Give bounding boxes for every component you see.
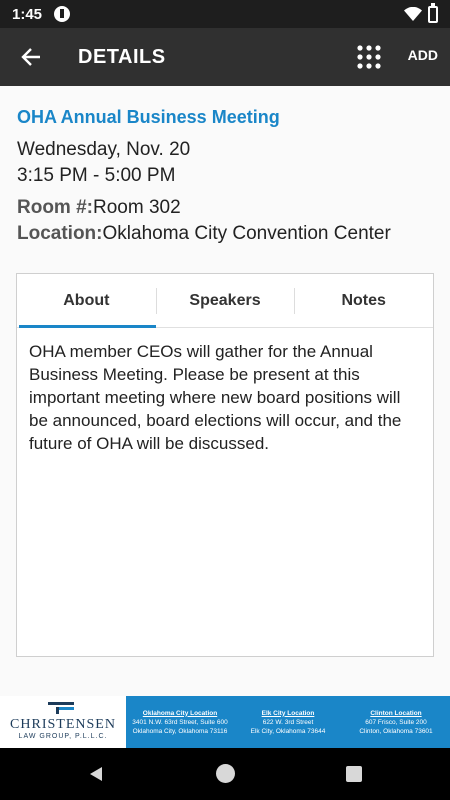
notification-icon: [54, 6, 71, 22]
banner-logo: CHRISTENSEN LAW GROUP, P.L.L.C.: [0, 696, 126, 748]
arrow-left-icon: [21, 48, 40, 66]
nav-back-icon[interactable]: [88, 766, 104, 782]
details-content: OHA Annual Business Meeting Wednesday, N…: [0, 86, 450, 696]
about-text: OHA member CEOs will gather for the Annu…: [29, 342, 402, 453]
location-title: Clinton Location: [370, 709, 422, 717]
location-line1: 3401 N.W. 63rd Street, Suite 600: [132, 718, 228, 726]
system-nav-bar: [0, 748, 450, 800]
room-value: Room 302: [93, 197, 181, 218]
tab-about[interactable]: About: [17, 274, 156, 328]
banner-location-okc: Oklahoma City Location 3401 N.W. 63rd St…: [126, 696, 234, 748]
logo-subtitle: LAW GROUP, P.L.L.C.: [18, 733, 108, 740]
logo-mark-icon: [48, 702, 74, 714]
ad-banner[interactable]: CHRISTENSEN LAW GROUP, P.L.L.C. Oklahoma…: [0, 696, 450, 748]
battery-icon: [428, 2, 438, 23]
banner-location-clinton: Clinton Location 607 Frisco, Suite 200 C…: [342, 696, 450, 748]
tab-card: About Speakers Notes OHA member CEOs wil…: [16, 273, 434, 657]
add-button[interactable]: ADD: [408, 47, 438, 63]
location-line2: Clinton, Oklahoma 73601: [359, 727, 433, 735]
location-label: Location:: [17, 223, 103, 244]
status-icons: [404, 2, 438, 23]
banner-location-elk-city: Elk City Location 622 W. 3rd Street Elk …: [234, 696, 342, 748]
status-bar: 1:45: [0, 0, 450, 28]
location-title: Elk City Location: [261, 709, 315, 717]
app-bar: DETAILS ADD: [0, 28, 450, 86]
location-line: Location:Oklahoma City Convention Center: [17, 223, 391, 245]
event-time: 3:15 PM - 5:00 PM: [17, 165, 176, 186]
event-title: OHA Annual Business Meeting: [17, 107, 280, 127]
tab-speakers[interactable]: Speakers: [155, 274, 295, 327]
location-line1: 607 Frisco, Suite 200: [365, 718, 427, 726]
event-date: Wednesday, Nov. 20: [17, 139, 191, 160]
grid-dots-icon[interactable]: [356, 44, 382, 70]
room-label: Room #:: [17, 197, 93, 218]
tab-notes[interactable]: Notes: [294, 274, 433, 327]
location-title: Oklahoma City Location: [142, 709, 218, 717]
location-line1: 622 W. 3rd Street: [262, 718, 314, 726]
location-value: Oklahoma City Convention Center: [102, 223, 391, 244]
nav-home-icon[interactable]: [216, 764, 235, 783]
logo-name: CHRISTENSEN: [10, 717, 116, 732]
location-line2: Elk City, Oklahoma 73644: [250, 727, 326, 735]
page-title: DETAILS: [78, 45, 166, 68]
back-button[interactable]: [0, 28, 62, 86]
location-line2: Oklahoma City, Oklahoma 73116: [132, 727, 228, 735]
nav-recent-apps-icon[interactable]: [346, 766, 362, 782]
tab-bar: About Speakers Notes: [17, 274, 433, 328]
room-line: Room #:Room 302: [17, 197, 181, 219]
status-time: 1:45: [12, 5, 43, 23]
wifi-icon: [404, 7, 422, 21]
